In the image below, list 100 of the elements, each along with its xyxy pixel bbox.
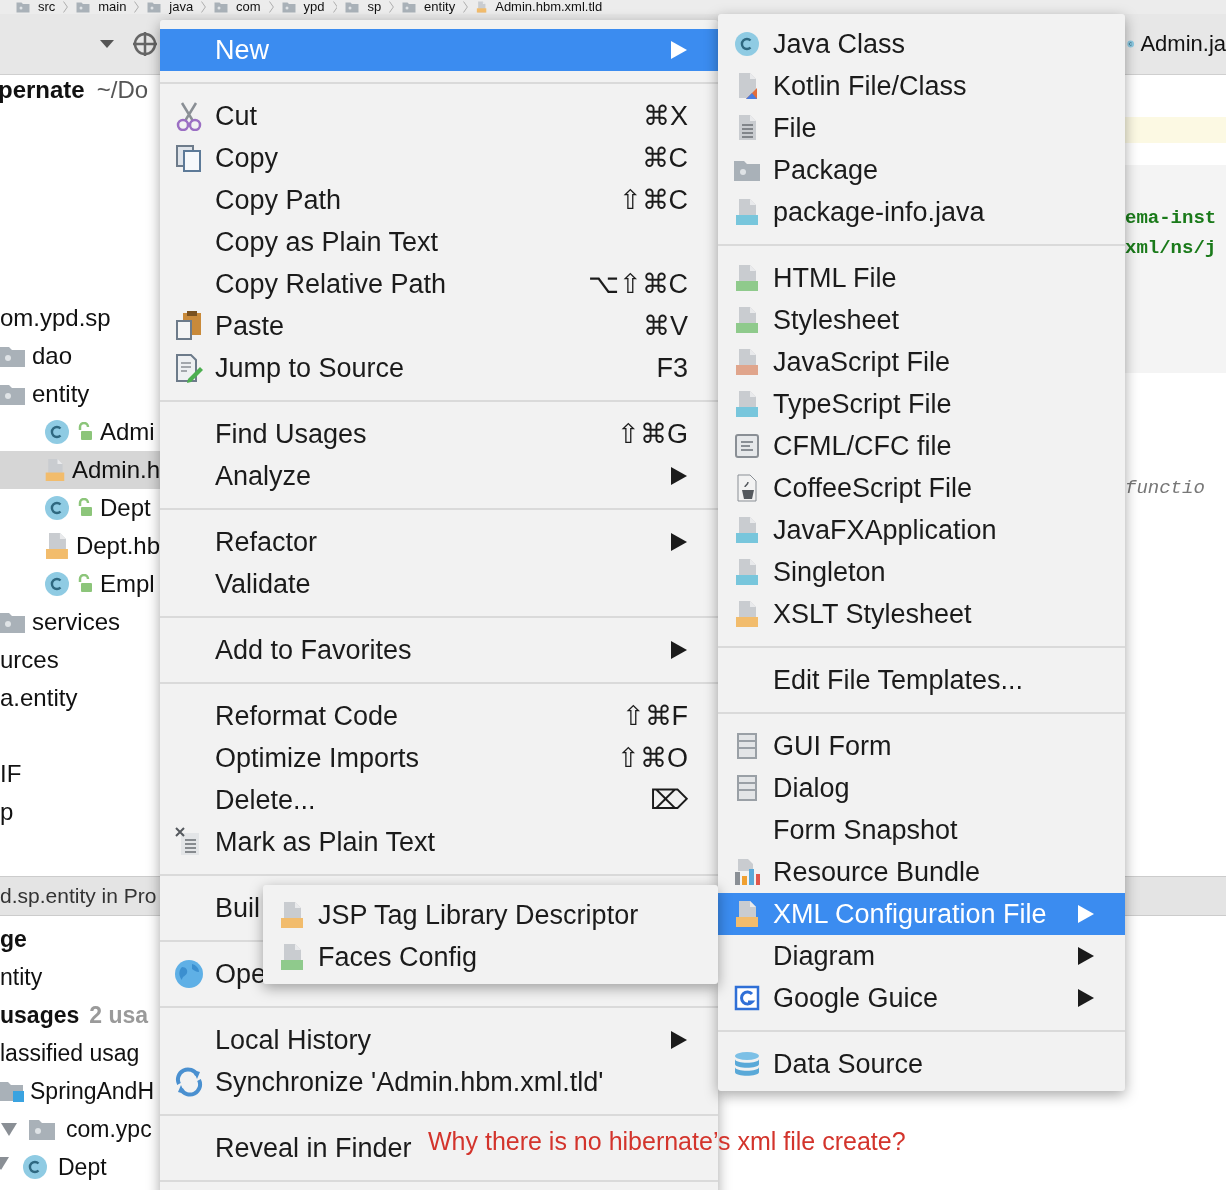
tree-item[interactable]: p <box>0 793 160 831</box>
menu-item[interactable]: Package <box>718 149 883 191</box>
menu-item[interactable]: Refactor <box>160 521 718 563</box>
file-icon <box>44 456 66 484</box>
menu-item[interactable]: File <box>718 107 821 149</box>
menu-item[interactable]: Synchronize 'Admin.hbm.xml.tld' <box>160 1061 608 1103</box>
menu-item[interactable]: GUI Form <box>718 725 896 767</box>
menu-item[interactable]: Kotlin File/Class <box>718 65 971 107</box>
menu-item[interactable]: Reformat Code ⇧⌘F <box>160 695 718 737</box>
breadcrumb-item[interactable]: src <box>38 0 56 14</box>
menu-item[interactable]: JavaFXApplication <box>718 509 1001 551</box>
menu-item[interactable]: Add to Favorites <box>160 629 718 671</box>
breadcrumb-item[interactable]: java <box>169 0 194 14</box>
editor-tab[interactable]: Admin.ja <box>1125 31 1226 57</box>
menu-item[interactable]: Edit File Templates... <box>718 659 1028 701</box>
file-icon <box>734 390 760 418</box>
cup-file-icon <box>734 474 760 502</box>
crosshair-icon[interactable] <box>132 31 158 57</box>
code-text: xml/ns/j <box>1125 237 1217 259</box>
usage-item[interactable]: lassified usag <box>0 1039 140 1067</box>
tree-item[interactable]: Dept.hb <box>0 527 160 565</box>
menu-item[interactable]: Cut ⌘X <box>160 95 718 137</box>
tree-item[interactable]: services <box>0 603 160 641</box>
panel-title: d.sp.entity in Pro <box>0 884 157 908</box>
usage-item[interactable]: ntity <box>0 963 43 991</box>
menu-item[interactable]: Copy Relative Path ⌥⇧⌘C <box>160 263 718 305</box>
tree-item[interactable]: Admin.h <box>0 451 160 489</box>
tree-item[interactable]: Dept <box>0 489 160 527</box>
breadcrumb-item[interactable]: entity <box>424 0 456 14</box>
dropdown-caret-icon[interactable] <box>100 39 114 49</box>
menu-item[interactable]: Faces Config <box>263 936 482 978</box>
code-text: ema-inst <box>1125 207 1217 229</box>
menu-item[interactable]: TypeScript File <box>718 383 956 425</box>
code-text: functio <box>1125 477 1205 499</box>
menu-item[interactable]: Data Source <box>718 1043 928 1085</box>
menu-item[interactable]: Find Usages ⇧⌘G <box>160 413 718 455</box>
menu-item[interactable]: Analyze <box>160 455 718 497</box>
menu-item[interactable]: Stylesheet <box>718 299 904 341</box>
tree-item[interactable]: Admi <box>0 413 160 451</box>
tree-item[interactable]: IF <box>0 755 160 793</box>
breadcrumb-item[interactable]: Admin.hbm.xml.tld <box>495 0 603 14</box>
menu-item[interactable]: Validate <box>160 563 315 605</box>
menu-item[interactable]: Copy Path ⇧⌘C <box>160 179 718 221</box>
menu-item[interactable]: Paste ⌘V <box>160 305 718 347</box>
breadcrumb-item[interactable]: ypd <box>303 0 325 14</box>
lock-icon <box>76 498 94 518</box>
breadcrumb-item[interactable]: sp <box>367 0 382 14</box>
usage-item[interactable]: Dept <box>58 1153 107 1181</box>
bar-chart-icon <box>733 858 761 886</box>
folder-icon <box>733 158 761 182</box>
menu-item[interactable]: Diagram <box>718 935 1125 977</box>
menu-item[interactable]: CoffeeScript File <box>718 467 977 509</box>
chevron-icon <box>201 1 207 13</box>
menu-item[interactable]: Optimize Imports ⇧⌘O <box>160 737 718 779</box>
guice-icon <box>734 985 760 1011</box>
breadcrumb-item[interactable]: main <box>98 0 127 14</box>
breadcrumb-item[interactable]: com <box>236 0 261 14</box>
file-icon <box>44 532 70 560</box>
menu-item[interactable]: XSLT Stylesheet <box>718 593 976 635</box>
tree-item[interactable]: entity <box>0 375 160 413</box>
copy-icon <box>175 144 203 172</box>
class-icon <box>734 31 760 57</box>
menu-item[interactable]: Singleton <box>718 551 890 593</box>
menu-item[interactable]: Jump to Source F3 <box>160 347 718 389</box>
usage-count: 2 usa <box>89 1001 149 1029</box>
menu-item[interactable]: Mark as Plain Text <box>160 821 440 863</box>
tree-item[interactable]: dao <box>0 337 160 375</box>
chevron-icon <box>268 1 274 13</box>
menu-item[interactable]: package-info.java <box>718 191 989 233</box>
usage-item[interactable]: com.ypc <box>66 1115 152 1143</box>
folder-icon <box>0 382 26 406</box>
file-icon <box>279 901 305 929</box>
tree-item[interactable]: Empl <box>0 565 160 603</box>
expanded-triangle-icon[interactable] <box>0 1120 18 1138</box>
menu-item[interactable]: Form Snapshot <box>718 809 962 851</box>
clipboard-icon <box>175 311 203 341</box>
tree-item[interactable]: a.entity <box>0 679 160 717</box>
menu-item[interactable]: Reveal in Finder <box>160 1127 416 1169</box>
menu-item[interactable]: Copy ⌘C <box>160 137 718 179</box>
database-icon <box>733 1050 761 1078</box>
menu-item[interactable]: HTML File <box>718 257 901 299</box>
menu-item[interactable]: Dialog <box>718 767 854 809</box>
menu-item[interactable]: Java Class <box>718 23 910 65</box>
document-pencil-icon <box>174 353 204 383</box>
menu-item[interactable]: JavaScript File <box>718 341 955 383</box>
tree-item[interactable]: urces <box>0 641 160 679</box>
usage-item[interactable]: SpringAndH <box>30 1077 155 1105</box>
menu-item[interactable]: CFML/CFC file <box>718 425 956 467</box>
tree-item[interactable]: om.ypd.sp <box>0 299 160 337</box>
annotation-text: Why there is no hibernate’s xml file create? <box>428 1126 906 1157</box>
menu-item[interactable]: Delete... ⌦ <box>160 779 718 821</box>
menu-item[interactable]: Resource Bundle <box>718 851 985 893</box>
file-icon <box>734 198 760 226</box>
menu-item[interactable]: Buil <box>160 887 265 929</box>
menu-item[interactable]: Google Guice <box>718 977 1125 1019</box>
menu-item[interactable]: Copy as Plain Text <box>160 221 443 263</box>
class-icon <box>22 1154 48 1180</box>
menu-item[interactable]: Local History <box>160 1019 718 1061</box>
menu-item[interactable]: JSP Tag Library Descriptor <box>263 894 643 936</box>
scissors-icon <box>174 101 204 131</box>
